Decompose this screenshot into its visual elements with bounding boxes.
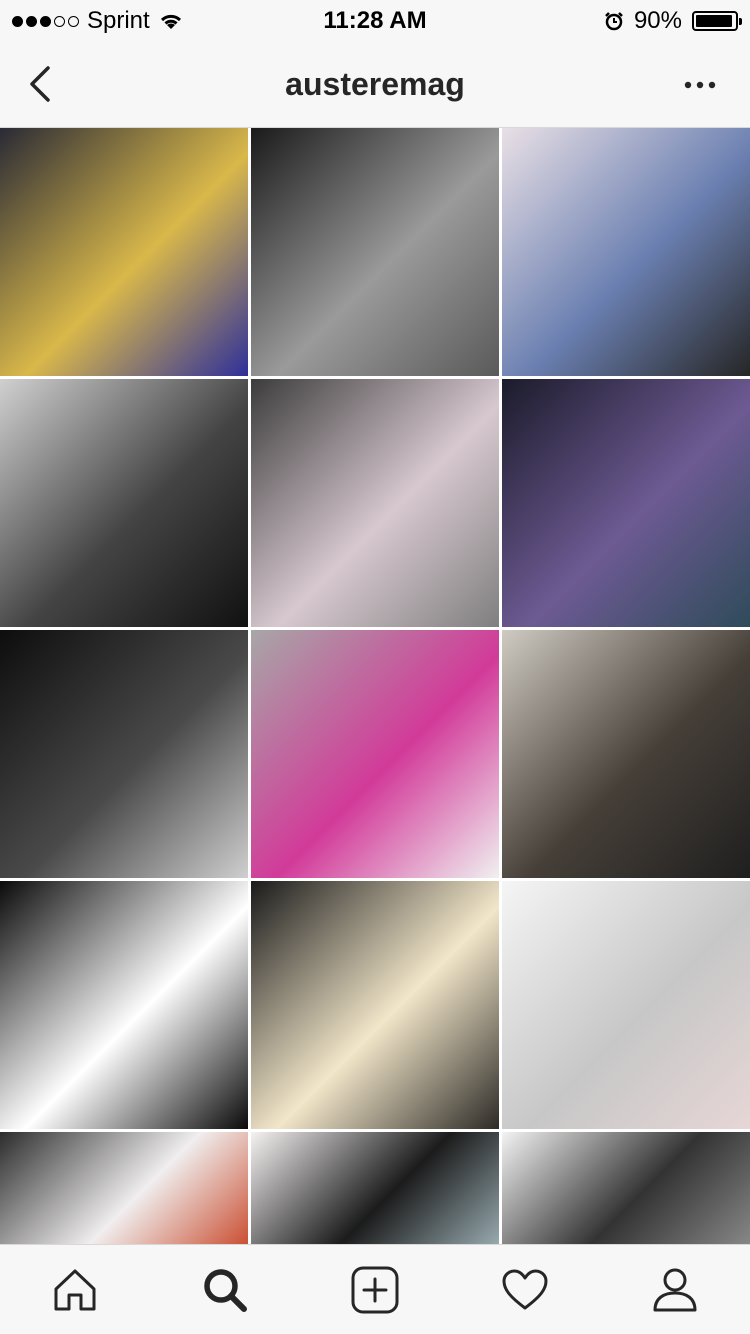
battery-percent: 90% <box>633 7 682 34</box>
add-post-icon <box>351 1266 399 1314</box>
navigation-header: austeremag <box>0 40 750 128</box>
heart-icon <box>502 1269 548 1310</box>
photo-grid <box>0 128 750 1250</box>
photo-thumbnail-press-pass-hand[interactable] <box>251 630 499 878</box>
photo-thumbnail-cafe-window-dark[interactable] <box>251 881 499 1129</box>
battery-icon <box>692 11 742 31</box>
tab-profile[interactable] <box>645 1265 705 1315</box>
photo-thumbnail-night-concert-stage[interactable] <box>502 379 750 627</box>
photo-thumbnail-portrait-painted-face[interactable] <box>0 128 248 376</box>
more-options-button[interactable] <box>680 70 720 100</box>
search-icon <box>204 1269 247 1312</box>
photo-thumbnail-bw-singer-guitar[interactable] <box>0 630 248 878</box>
photo-thumbnail-cloud-head-figure[interactable] <box>502 881 750 1129</box>
alarm-clock-icon <box>605 12 623 31</box>
tab-search[interactable] <box>195 1265 255 1315</box>
photo-thumbnail-bw-woman-arms-out[interactable] <box>251 128 499 376</box>
photo-thumbnail-three-portraits-wall[interactable] <box>251 1132 499 1250</box>
profile-icon <box>653 1268 697 1312</box>
photo-thumbnail-gallery-silhouettes[interactable] <box>0 1132 248 1250</box>
status-right: 90% <box>604 7 742 35</box>
photo-thumbnail-scribble-illustration[interactable] <box>502 1132 750 1250</box>
photo-thumbnail-festival-crowd-drummer[interactable] <box>502 630 750 878</box>
bottom-tab-bar <box>0 1244 750 1334</box>
photo-thumbnail-bw-guitarist-brick-wall[interactable] <box>0 379 248 627</box>
profile-username-title: austeremag <box>285 66 465 102</box>
status-bar: Sprint 11:28 AM 90% <box>0 0 750 40</box>
tab-home[interactable] <box>45 1265 105 1315</box>
photo-thumbnail-eyes-illustration[interactable] <box>0 881 248 1129</box>
tab-add-post[interactable] <box>345 1265 405 1315</box>
more-horizontal-icon <box>684 81 716 89</box>
home-icon <box>54 1269 96 1311</box>
photo-thumbnail-band-outdoor-stage[interactable] <box>251 379 499 627</box>
tab-activity[interactable] <box>495 1265 555 1315</box>
photo-thumbnail-guitarist-stage-red-boots[interactable] <box>502 128 750 376</box>
